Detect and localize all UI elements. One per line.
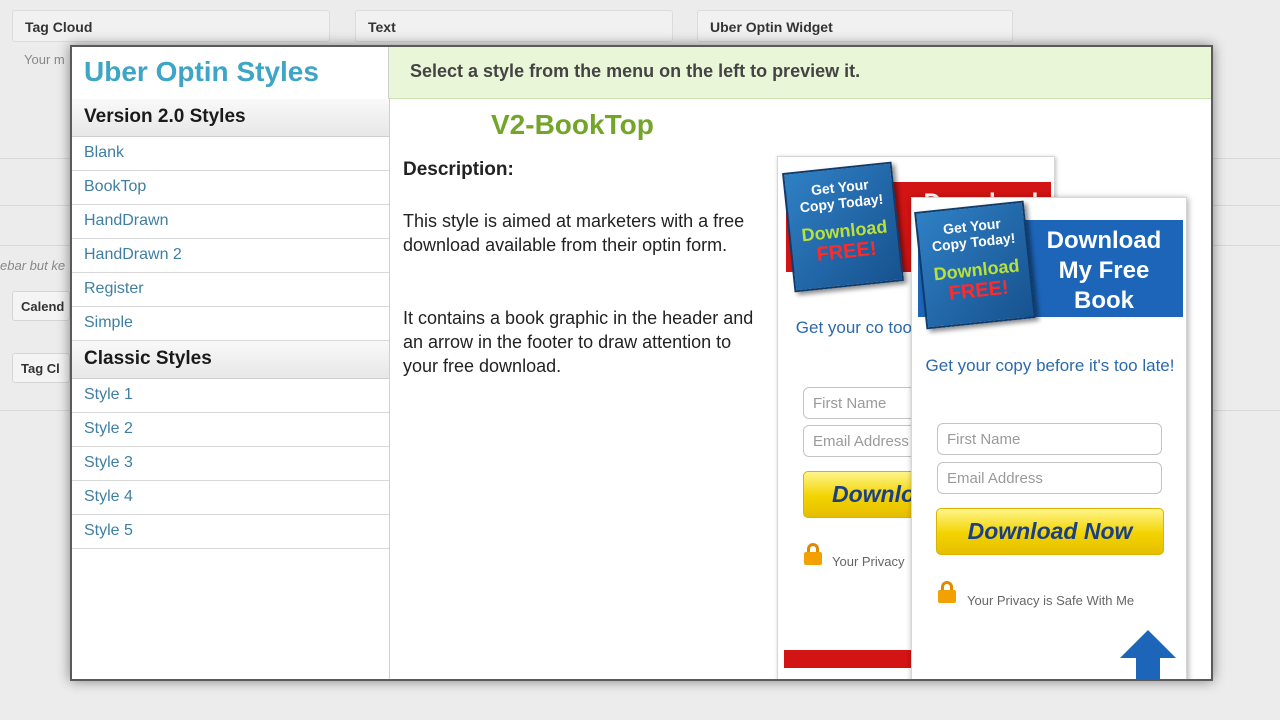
lock-icon: [938, 581, 956, 603]
style-item-style-3[interactable]: Style 3: [72, 447, 389, 481]
front-privacy-text: Your Privacy is Safe With Me: [967, 593, 1135, 608]
front-download-button[interactable]: Download Now: [936, 508, 1164, 555]
preview-widget-front: Download My Free Book Get Your Copy Toda…: [911, 197, 1187, 679]
style-item-handdrawn[interactable]: HandDrawn: [72, 205, 389, 239]
book-text-1: Get Your Copy Today!: [931, 215, 1017, 255]
modal-title: Uber Optin Styles: [72, 47, 389, 99]
background-text-fragment: Your m: [24, 52, 65, 67]
front-email-field[interactable]: Email Address: [937, 462, 1162, 494]
uber-optin-styles-modal: Uber Optin Styles Select a style from th…: [70, 45, 1213, 681]
book-graphic: Get Your Copy Today! Download FREE!: [782, 161, 904, 293]
widget-text[interactable]: Text: [355, 10, 673, 42]
style-item-style-1[interactable]: Style 1: [72, 379, 389, 413]
widget-tag-cloud-2[interactable]: Tag Cl: [12, 353, 70, 383]
lock-icon: [804, 543, 822, 565]
up-arrow-icon: [1120, 630, 1176, 679]
widget-tag-cloud[interactable]: Tag Cloud: [12, 10, 330, 42]
style-menu: Version 2.0 Styles Blank BookTop HandDra…: [72, 99, 390, 679]
group-heading-classic: Classic Styles: [72, 341, 389, 379]
front-first-name-field[interactable]: First Name: [937, 423, 1162, 455]
modal-header: Uber Optin Styles Select a style from th…: [72, 47, 1211, 99]
style-item-style-2[interactable]: Style 2: [72, 413, 389, 447]
back-tagline: Get your co too: [795, 318, 912, 337]
style-item-style-4[interactable]: Style 4: [72, 481, 389, 515]
description-paragraph-2: It contains a book graphic in the header…: [403, 308, 754, 376]
front-banner-title: Download My Free Book: [1046, 227, 1162, 314]
group-heading-v2: Version 2.0 Styles: [72, 99, 389, 137]
modal-hint: Select a style from the menu on the left…: [410, 61, 861, 81]
book-graphic: Get Your Copy Today! Download FREE!: [914, 200, 1036, 330]
back-privacy-text: Your Privacy: [832, 554, 905, 569]
book-text-1: Get Your Copy Today!: [799, 176, 884, 216]
style-item-blank[interactable]: Blank: [72, 137, 389, 171]
style-item-register[interactable]: Register: [72, 273, 389, 307]
style-item-booktop[interactable]: BookTop: [72, 171, 389, 205]
description-label: Description:: [403, 159, 514, 180]
style-item-handdrawn-2[interactable]: HandDrawn 2: [72, 239, 389, 273]
description-paragraph-1: This style is aimed at marketers with a …: [403, 211, 745, 255]
widget-uber-optin[interactable]: Uber Optin Widget: [697, 10, 1013, 42]
front-tagline: Get your copy before it's too late!: [925, 356, 1175, 375]
widget-calendar[interactable]: Calend: [12, 291, 70, 321]
style-name: V2-BookTop: [491, 109, 654, 140]
style-preview-area: V2-BookTop Description: This style is ai…: [391, 99, 1211, 679]
style-item-style-5[interactable]: Style 5: [72, 515, 389, 549]
style-item-simple[interactable]: Simple: [72, 307, 389, 341]
background-text-fragment: ebar but ke: [0, 258, 66, 273]
